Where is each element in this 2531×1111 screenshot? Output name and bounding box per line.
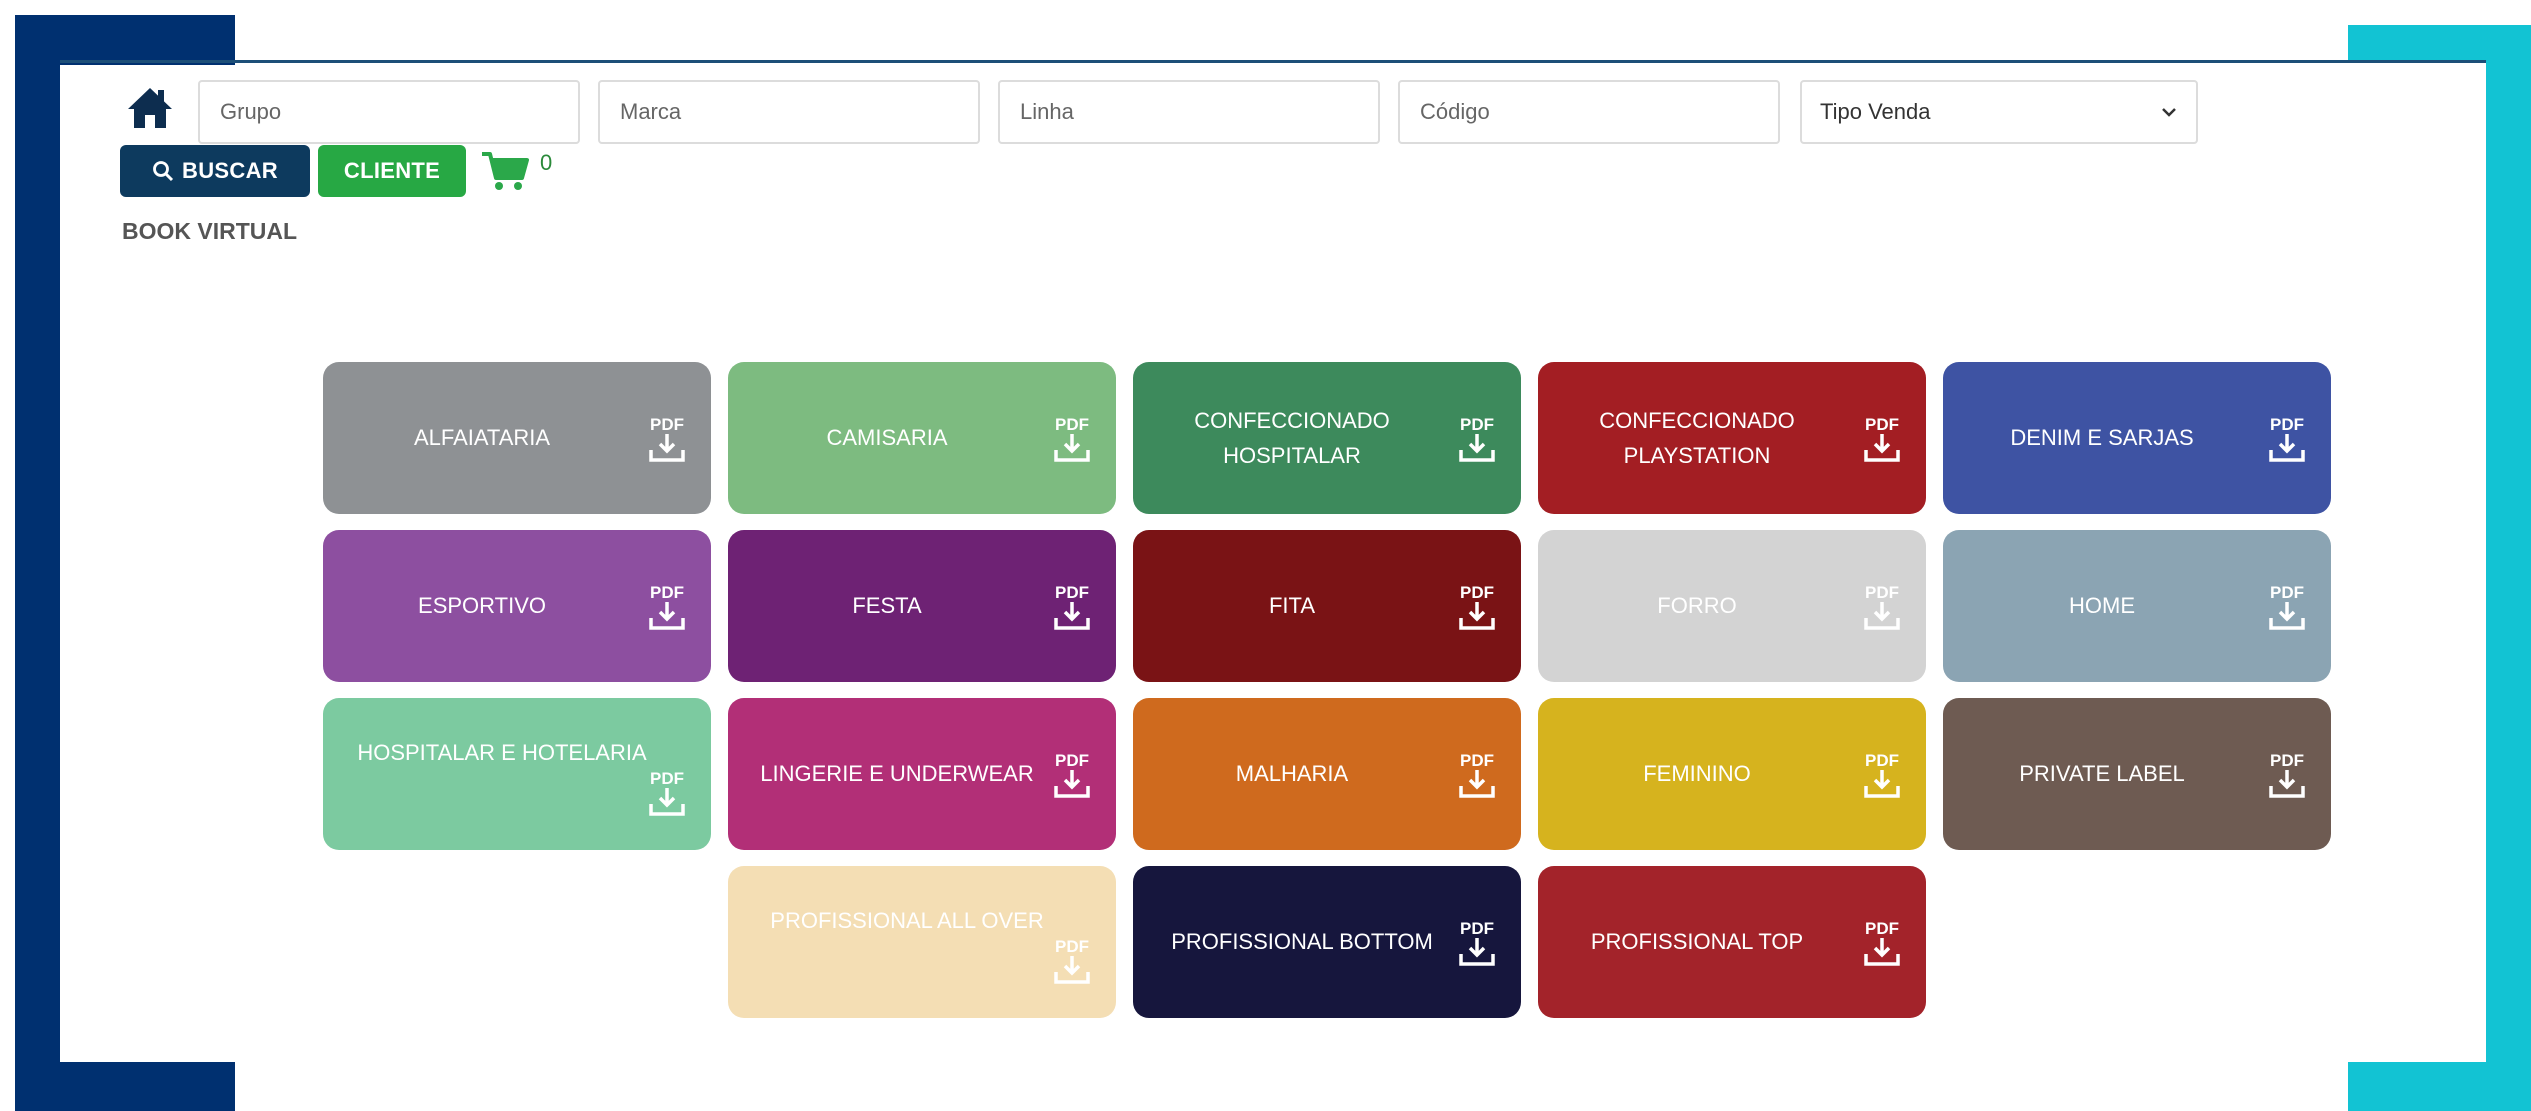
svg-text:PDF: PDF bbox=[1865, 919, 1899, 938]
cliente-button[interactable]: CLIENTE bbox=[318, 145, 466, 197]
category-label: FESTA bbox=[852, 593, 922, 619]
tipo-venda-select[interactable]: Tipo Venda bbox=[1800, 80, 2198, 144]
svg-text:PDF: PDF bbox=[1055, 415, 1089, 434]
frame-right-border bbox=[2486, 25, 2531, 1111]
category-label: ESPORTIVO bbox=[418, 593, 546, 619]
svg-text:PDF: PDF bbox=[1055, 937, 1089, 956]
svg-text:PDF: PDF bbox=[650, 583, 684, 602]
cart-count: 0 bbox=[540, 150, 553, 175]
home-icon[interactable] bbox=[125, 82, 175, 132]
svg-text:PDF: PDF bbox=[1865, 415, 1899, 434]
svg-text:PDF: PDF bbox=[1460, 583, 1494, 602]
pdf-download-icon[interactable]: PDF bbox=[1048, 934, 1096, 988]
category-card[interactable]: CAMISARIA PDF bbox=[728, 362, 1116, 514]
category-label: MALHARIA bbox=[1235, 761, 1349, 787]
linha-field[interactable] bbox=[998, 80, 1380, 144]
category-card[interactable]: ALFAIATARIA PDF bbox=[323, 362, 711, 514]
svg-text:PDF: PDF bbox=[1055, 583, 1089, 602]
search-icon bbox=[153, 161, 174, 182]
pdf-download-icon[interactable]: PDF bbox=[1453, 916, 1501, 970]
category-card[interactable]: DENIM E SARJAS PDF bbox=[1943, 362, 2331, 514]
svg-text:PDF: PDF bbox=[1460, 415, 1494, 434]
category-label: PRIVATE LABEL bbox=[2019, 761, 2185, 787]
category-card[interactable]: LINGERIE E UNDERWEAR PDF bbox=[728, 698, 1116, 850]
svg-text:PDF: PDF bbox=[650, 769, 684, 788]
cliente-label: CLIENTE bbox=[343, 158, 441, 183]
chevron-down-icon bbox=[2162, 108, 2176, 117]
pdf-download-icon[interactable]: PDF bbox=[1048, 748, 1096, 802]
marca-input[interactable] bbox=[618, 98, 960, 126]
tipo-venda-value: Tipo Venda bbox=[1820, 99, 1931, 124]
category-label: LINGERIE E UNDERWEAR bbox=[760, 761, 1034, 787]
grupo-input[interactable] bbox=[218, 98, 560, 126]
pdf-download-icon[interactable]: PDF bbox=[1858, 412, 1906, 466]
pdf-download-icon[interactable]: PDF bbox=[1858, 748, 1906, 802]
pdf-download-icon[interactable]: PDF bbox=[643, 580, 691, 634]
linha-input[interactable] bbox=[1018, 98, 1360, 126]
pdf-download-icon[interactable]: PDF bbox=[643, 412, 691, 466]
codigo-field[interactable] bbox=[1398, 80, 1780, 144]
category-label: ALFAIATARIA bbox=[413, 425, 551, 451]
pdf-download-icon[interactable]: PDF bbox=[2263, 412, 2311, 466]
category-label: PROFISSIONAL BOTTOM bbox=[1171, 929, 1433, 955]
pdf-download-icon[interactable]: PDF bbox=[643, 766, 691, 820]
category-label: FITA bbox=[1268, 593, 1316, 619]
pdf-download-icon[interactable]: PDF bbox=[1858, 580, 1906, 634]
category-card[interactable]: HOME PDF bbox=[1943, 530, 2331, 682]
category-label: FORRO bbox=[1657, 593, 1737, 619]
svg-text:PDF: PDF bbox=[1460, 919, 1494, 938]
category-label: HOME bbox=[2069, 593, 2135, 619]
grupo-field[interactable] bbox=[198, 80, 580, 144]
pdf-download-icon[interactable]: PDF bbox=[1858, 916, 1906, 970]
category-label: DENIM E SARJAS bbox=[2010, 425, 2194, 451]
category-card[interactable]: MALHARIA PDF bbox=[1133, 698, 1521, 850]
category-card[interactable]: HOSPITALAR E HOTELARIA PDF bbox=[323, 698, 711, 850]
category-card[interactable]: ESPORTIVO PDF bbox=[323, 530, 711, 682]
category-card[interactable]: FEMININO PDF bbox=[1538, 698, 1926, 850]
pdf-download-icon[interactable]: PDF bbox=[1453, 748, 1501, 802]
svg-text:PDF: PDF bbox=[1865, 583, 1899, 602]
pdf-download-icon[interactable]: PDF bbox=[1048, 412, 1096, 466]
buscar-button[interactable]: BUSCAR bbox=[120, 145, 310, 197]
svg-text:PDF: PDF bbox=[650, 415, 684, 434]
category-card[interactable]: FESTA PDF bbox=[728, 530, 1116, 682]
pdf-download-icon[interactable]: PDF bbox=[1453, 580, 1501, 634]
pdf-download-icon[interactable]: PDF bbox=[2263, 748, 2311, 802]
frame-left-border bbox=[15, 15, 60, 1110]
marca-field[interactable] bbox=[598, 80, 980, 144]
frame-corner-bottom-right bbox=[2348, 1062, 2531, 1111]
category-label: CAMISARIA bbox=[826, 425, 948, 451]
category-card[interactable]: PROFISSIONAL TOP PDF bbox=[1538, 866, 1926, 1018]
category-label: PROFISSIONAL TOP bbox=[1590, 929, 1804, 955]
category-label: HOSPITALAR E HOTELARIA bbox=[357, 740, 647, 766]
category-card[interactable]: PRIVATE LABEL PDF bbox=[1943, 698, 2331, 850]
codigo-input[interactable] bbox=[1418, 98, 1760, 126]
cart-icon[interactable] bbox=[480, 150, 530, 192]
category-label: PROFISSIONAL ALL OVER bbox=[770, 908, 1044, 934]
page-title: BOOK VIRTUAL bbox=[122, 218, 298, 244]
svg-text:PDF: PDF bbox=[1460, 751, 1494, 770]
category-label: FEMININO bbox=[1643, 761, 1751, 787]
category-card[interactable]: PROFISSIONAL BOTTOM PDF bbox=[1133, 866, 1521, 1018]
svg-text:PDF: PDF bbox=[2270, 583, 2304, 602]
frame-corner-bottom-left bbox=[15, 1062, 235, 1111]
pdf-download-icon[interactable]: PDF bbox=[1453, 412, 1501, 466]
category-card[interactable]: FORRO PDF bbox=[1538, 530, 1926, 682]
pdf-download-icon[interactable]: PDF bbox=[2263, 580, 2311, 634]
header-divider bbox=[60, 60, 2486, 63]
category-label: CONFECCIONADO HOSPITALAR bbox=[1194, 407, 1390, 468]
svg-text:PDF: PDF bbox=[1055, 751, 1089, 770]
category-label: CONFECCIONADO PLAYSTATION bbox=[1599, 407, 1795, 468]
category-card[interactable]: FITA PDF bbox=[1133, 530, 1521, 682]
svg-text:PDF: PDF bbox=[2270, 751, 2304, 770]
svg-text:PDF: PDF bbox=[1865, 751, 1899, 770]
svg-text:PDF: PDF bbox=[2270, 415, 2304, 434]
category-card[interactable]: PROFISSIONAL ALL OVER PDF bbox=[728, 866, 1116, 1018]
pdf-download-icon[interactable]: PDF bbox=[1048, 580, 1096, 634]
category-card[interactable]: CONFECCIONADO PLAYSTATION PDF bbox=[1538, 362, 1926, 514]
buscar-label: BUSCAR bbox=[182, 158, 278, 183]
category-card[interactable]: CONFECCIONADO HOSPITALAR PDF bbox=[1133, 362, 1521, 514]
